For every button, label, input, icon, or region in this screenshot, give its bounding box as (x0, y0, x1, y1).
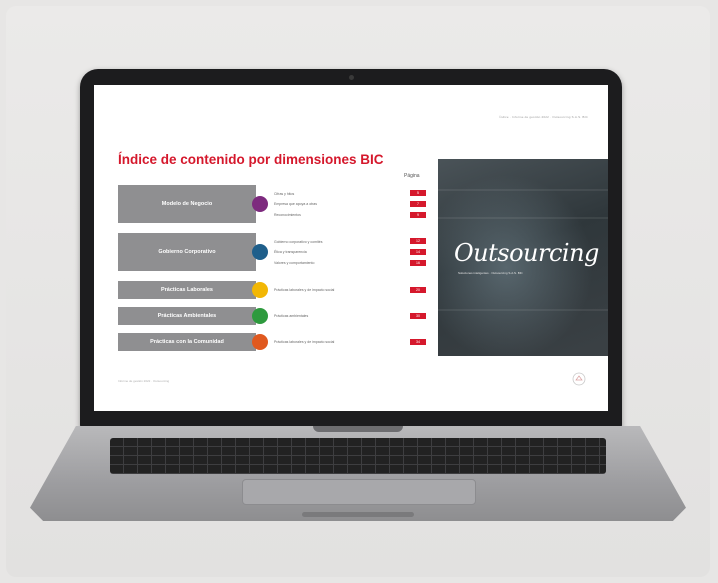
laptop-screen-bezel: Índice · Informe de gestión 2022 · Outso… (80, 69, 622, 429)
index-item: Cifras y hitos (274, 191, 295, 196)
page-number-tag[interactable]: 9 (410, 212, 426, 218)
page-number-tag[interactable]: 34 (410, 339, 426, 345)
dimension-label: Prácticas Laborales (118, 281, 256, 299)
index-item: Empresa que apoya a otras (274, 202, 317, 206)
orange-circle-icon (252, 334, 268, 350)
index-item: Prácticas ambientales (274, 314, 309, 318)
webcam (349, 75, 354, 80)
page-number-tag[interactable]: 16 (410, 260, 426, 266)
slide-title: Índice de contenido por dimensiones BIC (118, 152, 384, 167)
page-tags: 12 14 16 (410, 233, 426, 271)
dimension-row-modelo-negocio: Modelo de Negocio Cifras y hitos Empresa… (118, 185, 438, 223)
brand-tagline: Soluciones inteligentes · Outsourcing S.… (458, 271, 523, 275)
page-number-tag[interactable]: 30 (410, 313, 426, 319)
page-number-tag[interactable]: 12 (410, 238, 426, 244)
pages-column-label: Página (404, 173, 420, 179)
front-lip (302, 512, 414, 517)
dimension-label: Prácticas Ambientales (118, 307, 256, 325)
keyboard (110, 438, 606, 474)
dimension-label: Gobierno Corporativo (118, 233, 256, 271)
dimension-row-gobierno: Gobierno Corporativo Gobierno corporativ… (118, 233, 438, 271)
index-item: Prácticas laborales y de impacto social (274, 288, 335, 292)
dimension-items: Gobierno corporativo y comités Ética y t… (274, 233, 322, 271)
page-number-tag[interactable]: 5 (410, 190, 426, 196)
index-item: Valores y comportamiento (274, 260, 315, 265)
dimension-items: Prácticas laborales y de impacto social (274, 333, 334, 351)
page-tags: 5 7 9 (410, 185, 426, 223)
dimension-label: Prácticas con la Comunidad (118, 333, 256, 351)
index-item: Reconocimientos (274, 212, 301, 217)
dimension-row-ambientales: Prácticas Ambientales Prácticas ambienta… (118, 307, 438, 325)
footer-logo-icon (572, 372, 586, 386)
dimension-items: Prácticas laborales y de impacto social (274, 281, 334, 299)
page-number-tag[interactable]: 7 (410, 201, 426, 207)
photo-detail (438, 309, 608, 311)
hinge-notch (313, 426, 403, 432)
dimension-items: Cifras y hitos Empresa que apoya a otras… (274, 185, 317, 223)
slide-header: Índice · Informe de gestión 2022 · Outso… (499, 115, 588, 119)
green-circle-icon (252, 308, 268, 324)
purple-circle-icon (252, 196, 268, 212)
index-item: Ética y transparencia (274, 250, 307, 254)
page-tags: 30 (410, 307, 426, 325)
trackpad (242, 479, 476, 505)
dimension-items: Prácticas ambientales (274, 307, 308, 325)
page-tags: 20 (410, 281, 426, 299)
dimension-label: Modelo de Negocio (118, 185, 256, 223)
photo-detail (438, 217, 608, 219)
brand-logo: Outsourcing (454, 239, 599, 267)
blue-circle-icon (252, 244, 268, 260)
cover-photo: Outsourcing Soluciones inteligentes · Ou… (438, 159, 608, 356)
index-item: Prácticas laborales y de impacto social (274, 340, 335, 344)
dimension-row-comunidad: Prácticas con la Comunidad Prácticas lab… (118, 333, 438, 351)
page-tags: 34 (410, 333, 426, 351)
page-number-tag[interactable]: 20 (410, 287, 426, 293)
photo-detail (438, 189, 608, 191)
laptop-base (30, 426, 686, 521)
yellow-circle-icon (252, 282, 268, 298)
dimension-row-laborales: Prácticas Laborales Prácticas laborales … (118, 281, 438, 299)
laptop-display: Índice · Informe de gestión 2022 · Outso… (94, 85, 608, 411)
page-number-tag[interactable]: 14 (410, 249, 426, 255)
index-item: Gobierno corporativo y comités (274, 239, 323, 244)
slide-footer: Informe de gestión 2022 · Outsourcing (118, 379, 170, 383)
